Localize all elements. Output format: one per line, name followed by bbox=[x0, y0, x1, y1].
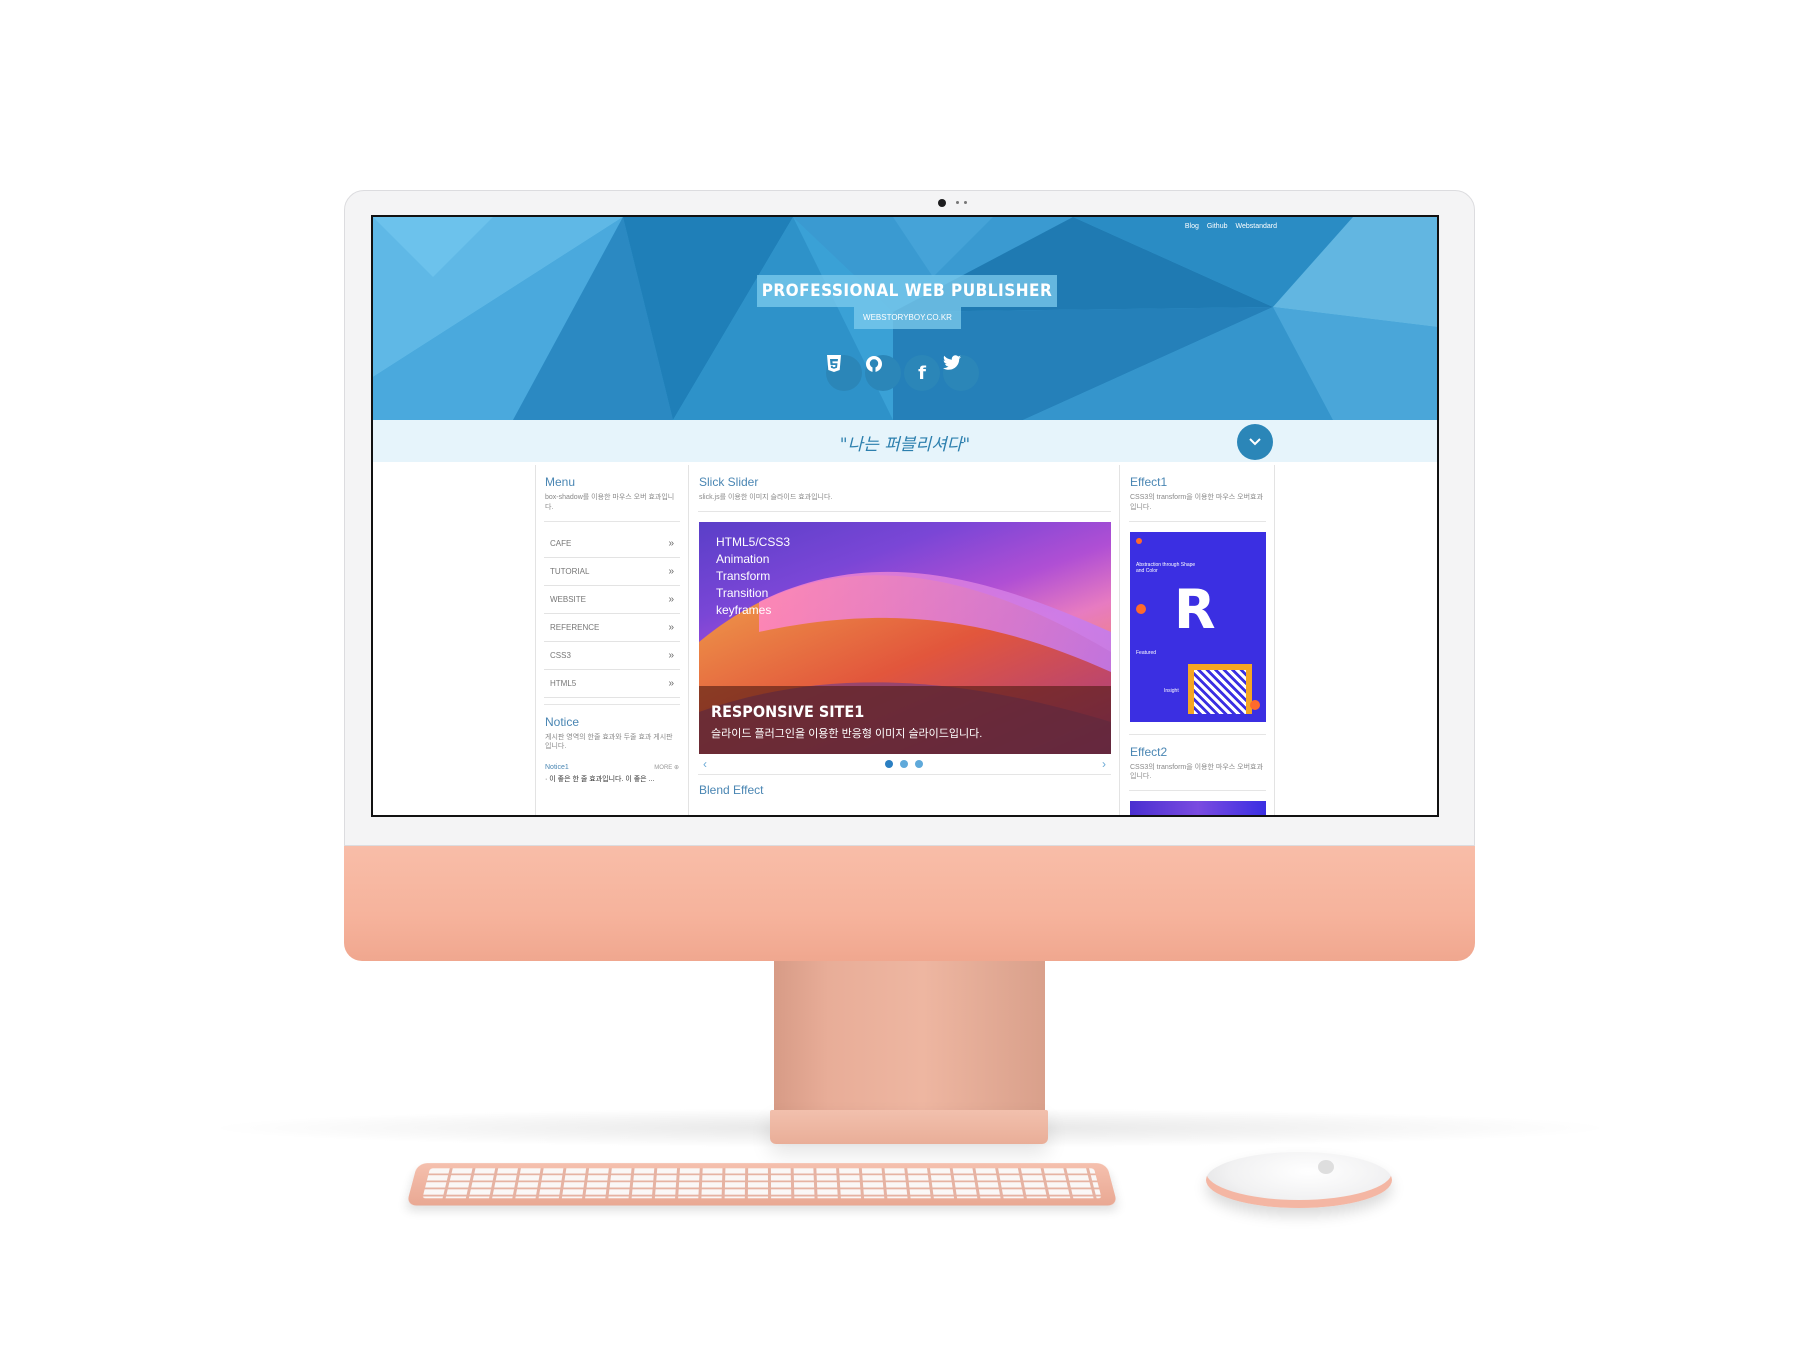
divider bbox=[1129, 734, 1266, 735]
menu-item-css3[interactable]: CSS3 » bbox=[544, 642, 680, 670]
chevron-down-icon bbox=[1248, 437, 1262, 447]
imac-stand-foot bbox=[770, 1110, 1048, 1144]
double-chevron-right-icon: » bbox=[668, 650, 674, 661]
more-link[interactable]: MORE ⊕ bbox=[654, 764, 679, 771]
card-featured: Featured bbox=[1136, 650, 1156, 656]
menu-item-label: CSS3 bbox=[550, 651, 571, 660]
slide-caption-line: Transition bbox=[716, 585, 790, 602]
effect2-desc: CSS3의 transform을 이용한 마우스 오버효과입니다. bbox=[1130, 763, 1265, 783]
apple-logo-icon bbox=[1318, 1160, 1334, 1174]
blend-title: Blend Effect bbox=[699, 783, 1119, 797]
slide-desc: 슬라이드 플러그인을 이용한 반응형 이미지 슬라이드입니다. bbox=[711, 725, 982, 741]
html5-icon[interactable] bbox=[826, 355, 862, 391]
card-insight: Insight bbox=[1164, 688, 1179, 694]
github-icon[interactable] bbox=[865, 355, 901, 391]
slide-caption-line: Transform bbox=[716, 568, 790, 585]
double-chevron-right-icon: » bbox=[668, 538, 674, 549]
menu-desc: box-shadow를 이용한 마우스 오버 효과입니다. bbox=[545, 493, 679, 513]
card-stripes bbox=[1194, 670, 1246, 714]
motto-text: "나는 퍼블리셔다" bbox=[373, 430, 1437, 455]
double-chevron-right-icon: » bbox=[668, 566, 674, 577]
camera-indicator bbox=[956, 201, 959, 204]
left-column: Menu box-shadow를 이용한 마우스 오버 효과입니다. CAFE »… bbox=[535, 465, 689, 817]
slider-prev-button[interactable]: ‹ bbox=[703, 757, 707, 771]
slider-dot[interactable] bbox=[885, 760, 893, 768]
logo-dot bbox=[1136, 538, 1142, 544]
slider-nav: ‹ › bbox=[699, 754, 1110, 774]
notice-tab-row: Notice1 MORE ⊕ bbox=[545, 764, 679, 771]
menu-title: Menu bbox=[545, 475, 688, 489]
keyboard-keys bbox=[422, 1168, 1101, 1198]
imac-chin bbox=[344, 846, 1475, 961]
menu-item-website[interactable]: WEBSITE » bbox=[544, 586, 680, 614]
image-slider[interactable]: HTML5/CSS3 Animation Transform Transitio… bbox=[699, 522, 1111, 754]
facebook-icon[interactable]: f bbox=[904, 355, 940, 391]
divider bbox=[698, 774, 1111, 775]
slide-caption-line: keyframes bbox=[716, 602, 790, 619]
top-link-webstandard[interactable]: Webstandard bbox=[1235, 223, 1277, 230]
double-chevron-right-icon: » bbox=[668, 678, 674, 689]
middle-column: Slick Slider slick.js를 이용한 이미지 슬라이드 효과입니… bbox=[690, 465, 1120, 817]
slider-next-button[interactable]: › bbox=[1102, 757, 1106, 771]
camera-icon bbox=[938, 199, 946, 207]
twitter-icon[interactable] bbox=[943, 355, 979, 391]
hero-title: PROFESSIONAL WEB PUBLISHER bbox=[757, 275, 1057, 307]
effect1-title: Effect1 bbox=[1130, 475, 1274, 489]
card-heading: Abstraction through Shape and Color bbox=[1136, 562, 1196, 575]
notice-title: Notice bbox=[545, 715, 688, 729]
menu-item-label: HTML5 bbox=[550, 679, 576, 688]
divider bbox=[544, 704, 680, 705]
notice-item[interactable]: · 이 좋은 한 줄 효과입니다. 이 좋은 ... bbox=[545, 774, 679, 784]
top-link-github[interactable]: Github bbox=[1207, 223, 1228, 230]
slider-dot[interactable] bbox=[915, 760, 923, 768]
accent-dot bbox=[1136, 604, 1146, 614]
screen: Blog Github Webstandard PROFESSIONAL WEB… bbox=[371, 215, 1439, 817]
effect2-title: Effect2 bbox=[1130, 745, 1274, 759]
menu-item-tutorial[interactable]: TUTORIAL » bbox=[544, 558, 680, 586]
slide-caption: HTML5/CSS3 Animation Transform Transitio… bbox=[716, 534, 790, 619]
notice-tab[interactable]: Notice1 bbox=[545, 764, 569, 771]
right-column: Effect1 CSS3의 transform을 이용한 마우스 오버효과입니다… bbox=[1121, 465, 1275, 817]
mouse bbox=[1206, 1152, 1392, 1208]
effect2-image[interactable] bbox=[1130, 801, 1266, 817]
slider-dot[interactable] bbox=[900, 760, 908, 768]
camera-indicator bbox=[964, 201, 967, 204]
divider bbox=[1129, 790, 1266, 791]
menu-item-html5[interactable]: HTML5 » bbox=[544, 670, 680, 698]
slide-caption-line: HTML5/CSS3 bbox=[716, 534, 790, 551]
slide-caption-line: Animation bbox=[716, 551, 790, 568]
slide-title: RESPONSIVE SITE1 bbox=[711, 702, 864, 721]
top-links: Blog Github Webstandard bbox=[1185, 223, 1277, 230]
motto-bar: "나는 퍼블리셔다" bbox=[373, 420, 1437, 462]
menu-item-label: TUTORIAL bbox=[550, 567, 589, 576]
divider bbox=[1129, 521, 1266, 522]
divider bbox=[698, 511, 1111, 512]
double-chevron-right-icon: » bbox=[668, 622, 674, 633]
accent-dot bbox=[1250, 700, 1260, 710]
hero-banner: Blog Github Webstandard PROFESSIONAL WEB… bbox=[373, 217, 1437, 420]
menu-item-label: WEBSITE bbox=[550, 595, 586, 604]
more-label: MORE bbox=[654, 765, 672, 771]
top-link-blog[interactable]: Blog bbox=[1185, 223, 1199, 230]
imac-stand bbox=[774, 961, 1045, 1118]
menu-item-label: REFERENCE bbox=[550, 623, 599, 632]
double-chevron-right-icon: » bbox=[668, 594, 674, 605]
notice-desc: 게시판 영역의 한줄 효과와 두줄 효과 게시판입니다. bbox=[545, 733, 679, 753]
menu-item-label: CAFE bbox=[550, 539, 571, 548]
slider-desc: slick.js를 이용한 이미지 슬라이드 효과입니다. bbox=[699, 493, 1110, 503]
hero-subtitle[interactable]: WEBSTORYBOY.CO.KR bbox=[854, 307, 961, 329]
effect1-image[interactable]: Abstraction through Shape and Color R Fe… bbox=[1130, 532, 1266, 722]
divider bbox=[544, 521, 680, 522]
slider-dots bbox=[885, 760, 923, 768]
menu-item-cafe[interactable]: CAFE » bbox=[544, 530, 680, 558]
keyboard bbox=[406, 1163, 1117, 1205]
slide-text-band: RESPONSIVE SITE1 슬라이드 플러그인을 이용한 반응형 이미지 … bbox=[699, 686, 1111, 754]
menu-list: CAFE » TUTORIAL » WEBSITE » REFERENCE » CSS3… bbox=[544, 530, 680, 698]
slider-title: Slick Slider bbox=[699, 475, 1119, 489]
scroll-down-button[interactable] bbox=[1237, 424, 1273, 460]
menu-item-reference[interactable]: REFERENCE » bbox=[544, 614, 680, 642]
effect1-desc: CSS3의 transform을 이용한 마우스 오버효과입니다. bbox=[1130, 493, 1265, 513]
card-letter: R bbox=[1174, 578, 1216, 641]
desktop-scene: Blog Github Webstandard PROFESSIONAL WEB… bbox=[0, 0, 1800, 1350]
